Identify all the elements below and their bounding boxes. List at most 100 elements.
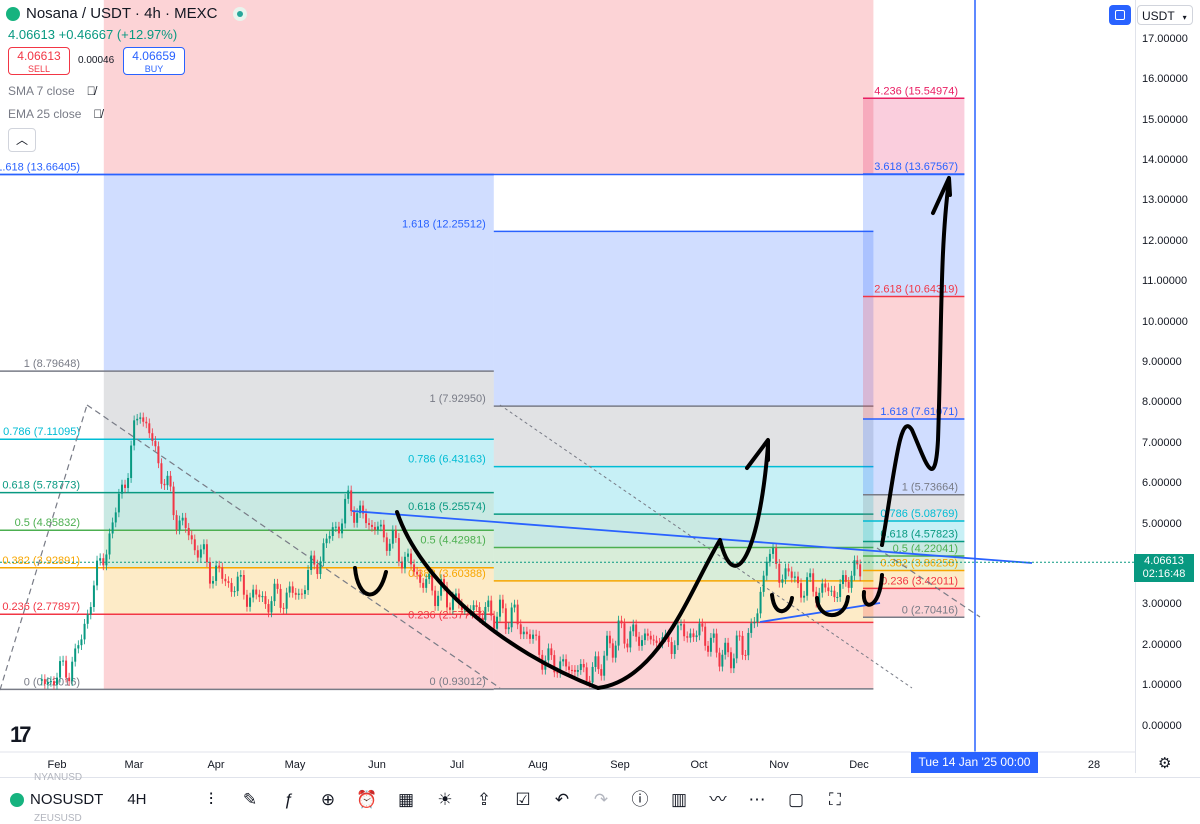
- candle-body: [184, 517, 187, 528]
- redo-icon[interactable]: ↷: [588, 787, 614, 813]
- checklist-icon[interactable]: ☑: [510, 787, 536, 813]
- price-change-row: 4.06613 +0.46667 (+12.97%): [8, 27, 177, 42]
- candle-body: [484, 606, 487, 621]
- hidden-eye-icon[interactable]: 👁̸: [87, 84, 96, 98]
- fullscreen-icon[interactable]: ⛶: [822, 787, 848, 813]
- add-plus-icon[interactable]: ⊕: [315, 787, 341, 813]
- candle-body: [175, 515, 178, 530]
- candle-body: [632, 624, 635, 632]
- ideas-bulb-icon[interactable]: ☀: [432, 787, 458, 813]
- time-axis-tick: Mar: [125, 759, 144, 771]
- candle-body: [124, 484, 127, 488]
- candle-body: [425, 579, 428, 588]
- time-axis-tick: Dec: [849, 759, 869, 771]
- compare-lines-icon[interactable]: 〰: [705, 787, 731, 813]
- price-axis-tick: 17.00000: [1142, 32, 1188, 45]
- candle-body: [686, 636, 689, 638]
- bars-chart-icon[interactable]: ▥: [666, 787, 692, 813]
- candle-body: [322, 543, 325, 562]
- candle-body: [233, 591, 236, 593]
- layout-grid-icon[interactable]: ▦: [393, 787, 419, 813]
- chart-canvas[interactable]: 1 (8.79648) 0.786 (7.11095) 0.618 (5.78773…: [0, 0, 1200, 821]
- candle-body: [493, 615, 496, 629]
- fib-level-label: 2.618 (10.64319): [874, 284, 958, 296]
- candle-body: [617, 620, 620, 646]
- share-icon[interactable]: ⇪: [471, 787, 497, 813]
- candle-body: [178, 520, 181, 530]
- candle-body: [768, 553, 771, 562]
- symbol-selector[interactable]: NOSUSDT 4H: [10, 791, 147, 808]
- symbol-title: Nosana / USDT · 4h · MEXC: [26, 5, 218, 22]
- indicator-ema[interactable]: EMA 25 close 👁̸: [8, 107, 102, 121]
- candle-body: [319, 561, 322, 575]
- hidden-eye-icon[interactable]: 👁̸: [93, 107, 102, 121]
- time-axis-tick: Nov: [769, 759, 789, 771]
- fib-zone: [863, 296, 965, 420]
- fib-level-label: 3.618 (13.67567): [874, 161, 958, 173]
- buy-button[interactable]: 4.06659 BUY: [123, 47, 185, 75]
- candle-body: [356, 513, 359, 523]
- tool-group: ⫶ ✎ ƒ ⊕ ⏰ ▦ ☀ ⇪ ☑ ↶ ↷ ⓘ ▥ 〰 ⋯ ▢ ⛶: [198, 787, 848, 813]
- price-axis-tick: 13.00000: [1142, 194, 1188, 207]
- candle-body: [313, 555, 316, 565]
- alert-clock-icon[interactable]: ⏰: [354, 787, 380, 813]
- candle-body: [472, 605, 475, 611]
- fib-level-label: 1.618 (13.66405): [0, 161, 80, 173]
- candle-body: [376, 526, 379, 530]
- candle-body: [46, 681, 49, 685]
- candle-body: [735, 635, 738, 659]
- indicator-sma[interactable]: SMA 7 close 👁̸: [8, 84, 96, 98]
- fib-zone: [493, 406, 874, 467]
- indicators-fx-icon[interactable]: ƒ: [276, 787, 302, 813]
- candle-body: [475, 605, 478, 608]
- candle-body: [715, 633, 718, 653]
- candle-body: [594, 656, 597, 667]
- timeframe-button[interactable]: 4H: [127, 791, 146, 808]
- fib-level-label: 0.618 (5.25574): [408, 501, 486, 513]
- fib-level-label: 4.236 (15.54974): [874, 85, 958, 97]
- settings-gear-icon[interactable]: ⚙: [1158, 754, 1171, 772]
- ghost-symbol-above: NYANUSD: [34, 772, 83, 783]
- candle-body: [142, 417, 145, 422]
- candle-body: [570, 669, 573, 671]
- candle-body: [680, 624, 682, 626]
- candle-body: [448, 607, 451, 610]
- candle-body: [638, 636, 641, 646]
- undo-icon[interactable]: ↶: [549, 787, 575, 813]
- market-open-icon: [233, 6, 248, 21]
- candle-body: [347, 490, 350, 499]
- candle-body: [255, 589, 258, 595]
- candle-body: [847, 581, 850, 588]
- candle-body: [163, 483, 166, 486]
- candle-countdown: 02:16:48: [1142, 568, 1186, 580]
- candle-body: [102, 558, 105, 566]
- sell-button[interactable]: 4.06613 SELL: [8, 47, 70, 75]
- candle-body: [547, 648, 550, 661]
- sell-label: SELL: [27, 64, 51, 74]
- candle-body: [208, 562, 211, 584]
- candle-body: [270, 601, 273, 613]
- currency-select[interactable]: USDT ▾: [1137, 5, 1193, 25]
- candle-body: [827, 587, 830, 592]
- candle-body: [71, 661, 74, 682]
- collapse-legend-button[interactable]: ︿: [8, 128, 36, 152]
- candle-body: [224, 578, 227, 582]
- currency-toggle-icon[interactable]: [1109, 5, 1131, 25]
- candle-body: [258, 594, 261, 598]
- candle-body: [148, 423, 151, 434]
- symbol-header[interactable]: Nosana / USDT · 4h · MEXC: [6, 5, 248, 22]
- candles-icon[interactable]: ⫶: [198, 787, 224, 813]
- candle-body: [239, 575, 242, 577]
- info-icon[interactable]: ⓘ: [627, 787, 653, 813]
- indicator-sma-label: SMA 7 close: [8, 84, 75, 98]
- candle-body: [790, 571, 793, 578]
- candle-body: [334, 526, 337, 528]
- more-dots-icon[interactable]: ⋯: [744, 787, 770, 813]
- fib-level-label: 0.786 (7.11095): [3, 426, 80, 438]
- candle-body: [600, 669, 603, 676]
- candle-body: [294, 592, 297, 595]
- fib-level-label: 1 (8.79648): [24, 358, 80, 370]
- square-icon[interactable]: ▢: [783, 787, 809, 813]
- brush-icon[interactable]: ✎: [237, 787, 263, 813]
- time-axis-tick: Jul: [450, 759, 464, 771]
